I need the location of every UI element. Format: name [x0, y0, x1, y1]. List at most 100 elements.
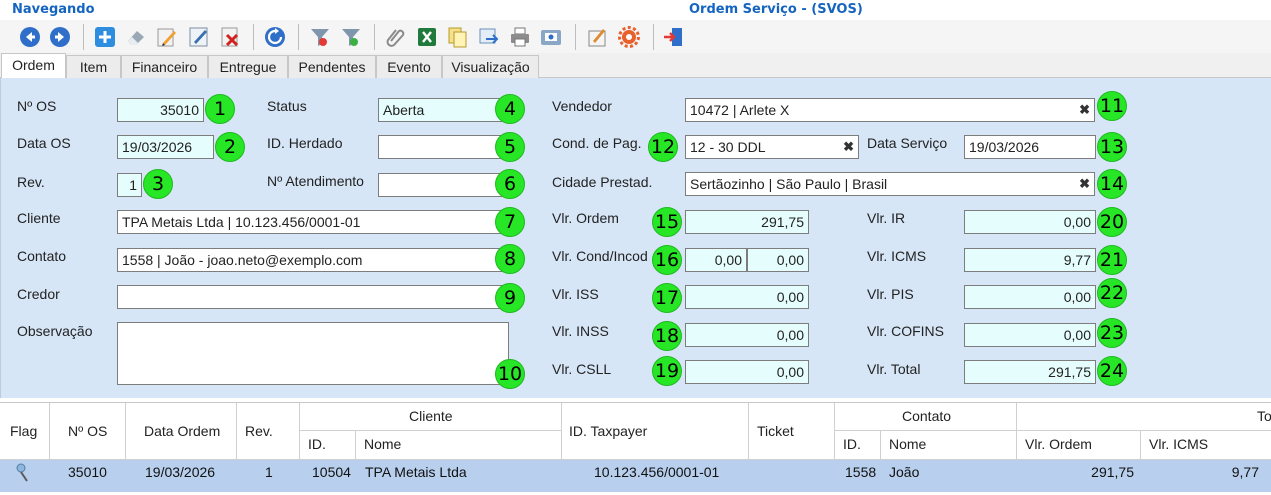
exit-door-icon[interactable]	[662, 25, 686, 49]
contato-field[interactable]: 1558 | João - joao.neto@exemplo.com	[117, 248, 509, 272]
col-header-rev[interactable]: Rev.	[237, 403, 300, 460]
title-bar: Navegando Ordem Serviço - (SVOS)	[0, 0, 1271, 20]
delete-icon[interactable]	[218, 25, 242, 49]
tab-item[interactable]: Item	[66, 55, 121, 78]
tab-visualizacao[interactable]: Visualização	[442, 55, 539, 78]
vlr-ir-field[interactable]: 0,00	[964, 210, 1096, 234]
data-servico-field[interactable]: 19/03/2026	[964, 135, 1096, 159]
vlr-icms-label: Vlr. ICMS	[867, 248, 927, 264]
col-header-data-ordem[interactable]: Data Ordem	[126, 403, 237, 460]
filter-apply-icon[interactable]	[339, 25, 363, 49]
cell-cliente-nome: TPA Metais Ltda	[365, 464, 467, 480]
annotation-badge: 16	[652, 245, 682, 275]
num-atendimento-label: Nº Atendimento	[267, 173, 364, 189]
annotation-badge: 5	[495, 132, 525, 162]
annotation-badge: 3	[143, 169, 173, 199]
observacao-textarea[interactable]	[117, 322, 509, 385]
email-icon[interactable]	[539, 25, 563, 49]
refresh-icon[interactable]	[263, 25, 287, 49]
table-row[interactable]: 35010 19/03/2026 1 10504 TPA Metais Ltda…	[0, 460, 1271, 492]
vlr-csll-label: Vlr. CSLL	[552, 361, 612, 377]
annotation-badge: 11	[1097, 91, 1127, 121]
vlr-ordem-label: Vlr. Ordem	[552, 210, 619, 226]
num-os-label: Nº OS	[17, 98, 57, 114]
col-header-contato-id[interactable]: ID.	[835, 431, 881, 460]
print-icon[interactable]	[508, 25, 532, 49]
clear-cond-pag-icon[interactable]: ✖	[843, 136, 854, 158]
filter-icon[interactable]	[308, 25, 332, 49]
back-arrow-icon[interactable]	[18, 25, 42, 49]
tab-evento[interactable]: Evento	[376, 55, 442, 78]
attach-clip-icon[interactable]	[384, 25, 408, 49]
id-herdado-field[interactable]	[378, 135, 508, 159]
tab-pendentes[interactable]: Pendentes	[288, 55, 376, 78]
settings-gear-icon[interactable]	[617, 25, 641, 49]
rev-field[interactable]: 1	[117, 173, 142, 197]
col-header-vlr-ordem[interactable]: Vlr. Ordem	[1017, 431, 1141, 460]
tab-entregue[interactable]: Entregue	[208, 55, 288, 78]
vlr-csll-field[interactable]: 0,00	[685, 360, 809, 384]
col-header-cliente-id[interactable]: ID.	[300, 431, 356, 460]
vlr-cond-incod-label: Vlr. Cond/Incod	[552, 248, 648, 264]
vendedor-field[interactable]: 10472 | Arlete X ✖	[685, 98, 1095, 122]
tab-financeiro[interactable]: Financeiro	[121, 55, 208, 78]
col-group-contato: Contato	[835, 403, 1017, 431]
report-icon[interactable]	[585, 25, 609, 49]
vlr-total-field[interactable]: 291,75	[964, 360, 1096, 384]
col-header-vlr-icms[interactable]: Vlr. ICMS	[1141, 431, 1271, 460]
cell-cliente-id: 10504	[312, 464, 351, 480]
col-header-cliente-nome[interactable]: Nome	[356, 431, 562, 460]
col-group-totais: To	[1017, 403, 1271, 431]
annotation-badge: 9	[495, 283, 525, 313]
cidade-prestad-field[interactable]: Sertãozinho | São Paulo | Brasil ✖	[685, 172, 1095, 196]
status-field[interactable]: Aberta	[378, 98, 508, 122]
num-atendimento-field[interactable]	[378, 173, 508, 197]
col-header-contato-nome[interactable]: Nome	[881, 431, 1017, 460]
edit-form-icon[interactable]	[187, 25, 211, 49]
excel-icon[interactable]	[415, 25, 439, 49]
data-os-field[interactable]: 19/03/2026	[117, 135, 214, 159]
order-form: Nº OS 35010 1 Data OS 19/03/2026 2 Rev. …	[0, 78, 1271, 398]
vlr-cofins-label: Vlr. COFINS	[867, 323, 945, 339]
vlr-cofins-field[interactable]: 0,00	[964, 323, 1096, 347]
vlr-ordem-field[interactable]: 291,75	[685, 210, 809, 234]
col-header-flag[interactable]: Flag	[0, 403, 50, 460]
cell-contato-id: 1558	[845, 464, 877, 480]
vlr-inss-field[interactable]: 0,00	[685, 323, 809, 347]
cliente-field[interactable]: TPA Metais Ltda | 10.123.456/0001-01	[117, 210, 509, 234]
contato-value: 1558 | João - joao.neto@exemplo.com	[122, 252, 363, 268]
tab-ordem[interactable]: Ordem	[1, 53, 66, 79]
credor-label: Credor	[17, 286, 60, 302]
col-header-id-taxpayer[interactable]: ID. Taxpayer	[562, 403, 749, 460]
cond-pag-field[interactable]: 12 - 30 DDL ✖	[685, 135, 859, 159]
vlr-icms-field[interactable]: 9,77	[964, 248, 1096, 272]
vlr-pis-field[interactable]: 0,00	[964, 285, 1096, 309]
vlr-pis-label: Vlr. PIS	[867, 286, 914, 302]
col-header-num-os[interactable]: Nº OS	[50, 403, 126, 460]
vlr-cond-field[interactable]: 0,00	[685, 248, 747, 272]
data-os-label: Data OS	[17, 135, 71, 151]
credor-field[interactable]	[117, 285, 509, 309]
forward-arrow-icon[interactable]	[48, 25, 72, 49]
vlr-iss-label: Vlr. ISS	[552, 286, 599, 302]
id-herdado-label: ID. Herdado	[267, 135, 343, 151]
num-os-field[interactable]: 35010	[117, 98, 204, 122]
data-servico-label: Data Serviço	[867, 135, 948, 151]
toolbar	[0, 20, 1271, 53]
vlr-incod-field[interactable]: 0,00	[747, 248, 809, 272]
annotation-badge: 10	[495, 359, 525, 389]
vlr-inss-label: Vlr. INSS	[552, 323, 609, 339]
annotation-badge: 12	[648, 132, 678, 162]
eraser-icon[interactable]	[124, 25, 148, 49]
clear-vendedor-icon[interactable]: ✖	[1079, 99, 1090, 121]
vlr-iss-field[interactable]: 0,00	[685, 285, 809, 309]
edit-pencil-icon[interactable]	[155, 25, 179, 49]
copy-icon[interactable]	[446, 25, 470, 49]
transfer-icon[interactable]	[477, 25, 501, 49]
annotation-badge: 7	[495, 207, 525, 237]
contato-label: Contato	[17, 248, 67, 264]
col-header-ticket[interactable]: Ticket	[749, 403, 835, 460]
clear-cidade-icon[interactable]: ✖	[1079, 173, 1090, 195]
cell-id-taxpayer: 10.123.456/0001-01	[594, 464, 720, 480]
add-icon[interactable]	[93, 25, 117, 49]
